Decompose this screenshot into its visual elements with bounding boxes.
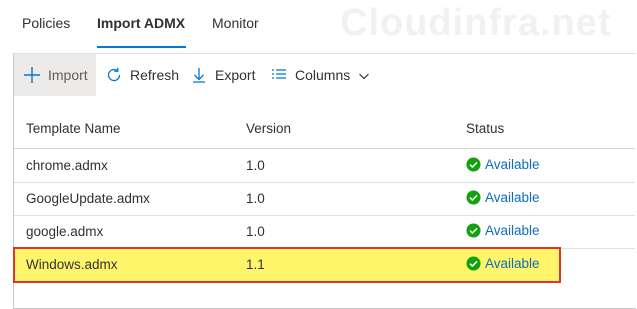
status-text: Available <box>485 223 540 238</box>
status-text: Available <box>485 256 540 271</box>
columns-button[interactable]: Columns <box>269 54 370 96</box>
template-name-cell: google.admx <box>26 224 104 239</box>
tab-policies[interactable]: Policies <box>22 15 70 31</box>
download-icon <box>189 65 209 85</box>
template-name-cell: Windows.admx <box>26 257 118 272</box>
column-header-status[interactable]: Status <box>466 121 504 136</box>
columns-icon <box>269 65 289 85</box>
table-row[interactable]: google.admx 1.0 Available <box>14 216 635 249</box>
template-name-cell: GoogleUpdate.admx <box>26 191 150 206</box>
tab-monitor[interactable]: Monitor <box>212 15 259 31</box>
active-tab-indicator <box>97 46 186 48</box>
table-header: Template Name Version Status <box>14 110 635 149</box>
check-circle-icon <box>466 256 481 271</box>
refresh-icon <box>104 65 124 85</box>
version-cell: 1.1 <box>246 257 265 272</box>
column-header-template-name[interactable]: Template Name <box>26 121 121 136</box>
import-button[interactable]: Import <box>14 54 96 96</box>
status-text: Available <box>485 157 540 172</box>
table-row[interactable]: GoogleUpdate.admx 1.0 Available <box>14 183 635 216</box>
import-label: Import <box>48 67 88 83</box>
export-button[interactable]: Export <box>189 54 255 96</box>
table-row-highlighted[interactable]: Windows.admx 1.1 Available <box>14 249 560 281</box>
column-header-version[interactable]: Version <box>246 121 291 136</box>
template-name-cell: chrome.admx <box>26 158 108 173</box>
chevron-down-icon <box>358 69 370 81</box>
status-cell: Available <box>466 157 540 172</box>
status-cell: Available <box>466 256 540 271</box>
refresh-label: Refresh <box>130 67 180 83</box>
plus-icon <box>22 65 42 85</box>
toolbar: Import Refresh Export Columns <box>14 54 635 96</box>
columns-label: Columns <box>295 67 351 83</box>
version-cell: 1.0 <box>246 224 265 239</box>
table-row[interactable]: chrome.admx 1.0 Available <box>14 150 635 183</box>
status-cell: Available <box>466 223 540 238</box>
version-cell: 1.0 <box>246 158 265 173</box>
tab-import-admx[interactable]: Import ADMX <box>97 15 185 31</box>
status-cell: Available <box>466 190 540 205</box>
check-circle-icon <box>466 190 481 205</box>
check-circle-icon <box>466 157 481 172</box>
status-text: Available <box>485 190 540 205</box>
watermark: Cloudinfra.net <box>340 2 612 44</box>
refresh-button[interactable]: Refresh <box>104 54 179 96</box>
version-cell: 1.0 <box>246 191 265 206</box>
check-circle-icon <box>466 223 481 238</box>
export-label: Export <box>215 67 256 83</box>
